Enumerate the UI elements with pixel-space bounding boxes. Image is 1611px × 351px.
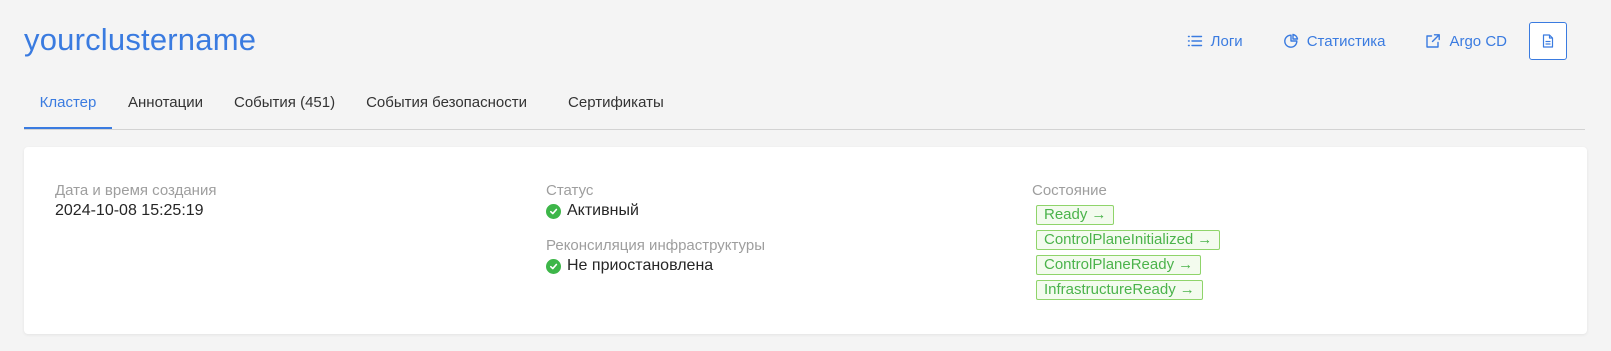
check-circle-icon	[546, 258, 561, 274]
check-circle-icon	[546, 203, 561, 219]
status-field: Статус Активный Реконсиляция инфраструкт…	[546, 181, 765, 276]
pie-chart-icon	[1283, 33, 1298, 48]
cluster-details-card: Дата и время создания 2024-10-08 15:25:1…	[24, 147, 1587, 334]
header-actions: Логи Статистика Argo CD	[1147, 21, 1567, 61]
argocd-label: Argo CD	[1449, 32, 1507, 50]
condition-tag-ready[interactable]: Ready →	[1036, 205, 1115, 225]
tab-events[interactable]: События (451)	[234, 84, 335, 128]
tab-security-events[interactable]: События безопасности	[366, 84, 527, 128]
logs-link[interactable]: Логи	[1187, 33, 1243, 50]
conditions-list: Ready → ControlPlaneInitialized → Contro…	[1036, 205, 1221, 300]
arrow-right-icon: →	[1178, 256, 1194, 273]
condition-tag-control-plane-initialized[interactable]: ControlPlaneInitialized →	[1036, 230, 1221, 250]
condition-tag-control-plane-ready[interactable]: ControlPlaneReady →	[1036, 255, 1202, 275]
tab-cluster[interactable]: Кластер	[24, 84, 112, 129]
arrow-right-icon: →	[1197, 231, 1213, 248]
external-link-icon	[1426, 34, 1441, 48]
list-icon	[1187, 35, 1202, 47]
conditions-field: Состояние Ready → ControlPlaneInitialize…	[1032, 181, 1221, 300]
document-button[interactable]	[1529, 22, 1567, 60]
reconcile-value: Не приостановлена	[567, 257, 714, 274]
created-field: Дата и время создания 2024-10-08 15:25:1…	[55, 181, 216, 221]
tab-bar: Кластер Аннотации События (451) События …	[24, 84, 1585, 130]
page-title: yourclustername	[24, 22, 257, 57]
status-value: Активный	[567, 202, 639, 219]
status-label: Статус	[546, 182, 594, 199]
statistics-label: Статистика	[1306, 32, 1386, 50]
document-icon	[1542, 34, 1554, 48]
condition-tag-infrastructure-ready[interactable]: InfrastructureReady →	[1036, 280, 1203, 300]
arrow-right-icon: →	[1179, 281, 1195, 298]
tab-certificates[interactable]: Сертификаты	[568, 84, 664, 128]
reconcile-label: Реконсиляция инфраструктуры	[546, 237, 766, 254]
created-label: Дата и время создания	[55, 182, 217, 199]
tab-annotations[interactable]: Аннотации	[128, 84, 203, 128]
argocd-link[interactable]: Argo CD	[1425, 33, 1507, 50]
arrow-right-icon: →	[1091, 206, 1107, 223]
created-value: 2024-10-08 15:25:19	[55, 202, 204, 219]
logs-label: Логи	[1210, 32, 1243, 50]
conditions-label: Состояние	[1032, 182, 1107, 199]
statistics-link[interactable]: Статистика	[1283, 32, 1386, 50]
